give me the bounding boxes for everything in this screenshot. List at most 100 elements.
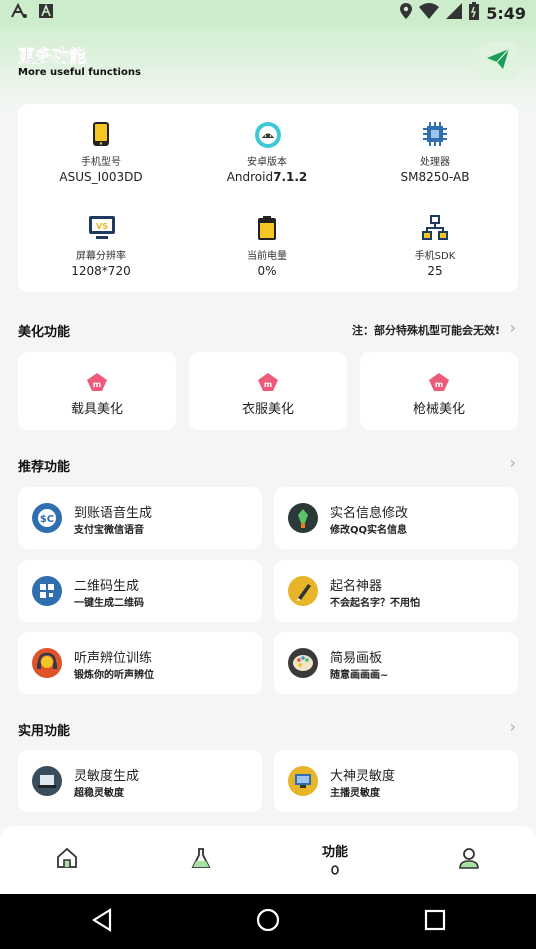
screen-icon: VS	[88, 215, 115, 241]
function-title: 起名神器	[330, 579, 383, 594]
pro-sensitivity-button[interactable]: 大神灵敏度 主播灵敏度	[274, 750, 518, 812]
nav-home[interactable]	[0, 826, 134, 894]
system-nav-bar	[0, 894, 536, 949]
phone-icon	[88, 121, 114, 147]
function-subtitle: 一键生成二维码	[74, 598, 144, 609]
sensitivity-generate-button[interactable]: 灵敏度生成 超稳灵敏度	[18, 750, 262, 812]
function-subtitle: 主播灵敏度	[330, 788, 380, 799]
info-value: 0%	[257, 264, 277, 278]
function-title: 听声辨位训练	[74, 651, 153, 666]
info-label: 处理器	[420, 157, 450, 168]
clothes-beautify-button[interactable]: m 衣服美化	[189, 352, 347, 430]
signal-icon	[446, 3, 463, 23]
info-label: 安卓版本	[247, 157, 287, 168]
nav-profile[interactable]	[402, 826, 536, 894]
chevron-right-icon[interactable]: ›	[510, 717, 516, 736]
flask-icon	[190, 847, 212, 873]
utility-section-title: 实用功能	[18, 724, 71, 739]
page-header: 更多功能 More useful functions	[0, 26, 536, 110]
beautify-label: 枪械美化	[412, 402, 465, 417]
vehicle-beautify-button[interactable]: m 载具美化	[18, 352, 176, 430]
active-dot-icon	[331, 860, 339, 879]
svg-text:m: m	[93, 380, 101, 389]
palette-icon	[288, 648, 318, 678]
function-title: 简易画板	[330, 651, 383, 666]
battery-level-item: 当前电量 0%	[184, 215, 350, 278]
back-button[interactable]	[62, 894, 142, 949]
send-button[interactable]	[478, 42, 518, 80]
info-label: 当前电量	[247, 251, 287, 262]
status-bar: 5:49	[0, 0, 536, 26]
sound-position-training-button[interactable]: 听声辨位训练 锻炼你的听声辨位	[18, 632, 262, 694]
screen-resolution-item: VS 屏幕分辨率 1208*720	[18, 215, 184, 278]
nav-functions[interactable]: 功能	[268, 826, 402, 894]
drawing-board-button[interactable]: 简易画板 随意画画画~	[274, 632, 518, 694]
nav-lab[interactable]	[134, 826, 268, 894]
realname-edit-button[interactable]: 实名信息修改 修改QQ实名信息	[274, 487, 518, 549]
info-value: SM8250-AB	[400, 170, 470, 184]
processor-item: 处理器 SM8250-AB	[352, 121, 518, 184]
voice-receipt-button[interactable]: $C 到账语音生成 支付宝微信语音	[18, 487, 262, 549]
function-title: 到账语音生成	[74, 506, 153, 521]
function-title: 实名信息修改	[330, 506, 409, 521]
monitor-icon	[288, 766, 318, 796]
cpu-icon	[422, 121, 448, 147]
function-subtitle: 修改QQ实名信息	[330, 525, 408, 536]
home-circle-icon	[256, 908, 280, 936]
home-button[interactable]	[228, 894, 308, 949]
svg-text:VS: VS	[96, 222, 108, 231]
qrcode-generate-button[interactable]: 二维码生成 一键生成二维码	[18, 560, 262, 622]
info-value: ASUS_I003DD	[59, 170, 143, 184]
info-value: 25	[427, 264, 443, 278]
nav-active-label: 功能	[321, 845, 348, 860]
paper-plane-icon	[487, 48, 510, 73]
wifi-icon	[419, 3, 440, 23]
money-voice-icon: $C	[32, 503, 62, 533]
device-info-card: 手机型号 ASUS_I003DD 安卓版本 Android7.1.2 处理器 S…	[18, 104, 518, 292]
recents-button[interactable]	[395, 894, 475, 949]
beautify-label: 衣服美化	[241, 402, 294, 417]
info-value: 1208*720	[71, 264, 131, 278]
bottom-nav: 功能	[0, 826, 536, 894]
beautify-section-title: 美化功能	[18, 325, 71, 340]
page-subtitle: More useful functions	[18, 67, 141, 78]
info-value: Android7.1.2	[184, 170, 350, 184]
skin-icon: m	[86, 372, 108, 392]
function-subtitle: 不会起名字？不用怕	[330, 598, 420, 609]
function-subtitle: 随意画画画~	[330, 670, 389, 681]
function-subtitle: 锻炼你的听声辨位	[74, 670, 154, 681]
page-title: 更多功能	[18, 47, 87, 68]
a-icon	[10, 2, 28, 23]
recents-square-icon	[424, 909, 446, 935]
qrcode-icon	[32, 576, 62, 606]
headphone-icon	[32, 648, 62, 678]
gun-beautify-button[interactable]: m 枪械美化	[360, 352, 518, 430]
function-title: 二维码生成	[74, 579, 140, 594]
svg-text:$C: $C	[40, 514, 54, 525]
name-pen-icon	[288, 576, 318, 606]
network-icon	[422, 215, 448, 241]
battery-icon	[469, 2, 480, 24]
beautify-note: 注：部分特殊机型可能会无效!	[351, 324, 500, 337]
location-icon	[400, 3, 413, 23]
beautify-label: 载具美化	[70, 402, 123, 417]
battery-level-icon	[254, 215, 280, 241]
sdk-item: 手机SDK 25	[352, 215, 518, 278]
laptop-icon	[32, 766, 62, 796]
chevron-right-icon[interactable]: ›	[510, 318, 516, 337]
function-subtitle: 支付宝微信语音	[74, 525, 144, 536]
function-title: 大神灵敏度	[330, 769, 396, 784]
chevron-right-icon[interactable]: ›	[510, 453, 516, 472]
clock: 5:49	[486, 3, 526, 23]
svg-text:m: m	[435, 380, 443, 389]
info-label: 屏幕分辨率	[76, 251, 126, 262]
function-title: 灵敏度生成	[74, 769, 140, 784]
home-icon	[56, 847, 78, 873]
skin-icon: m	[257, 372, 279, 392]
android-name: Android	[226, 170, 274, 184]
recommend-section-title: 推荐功能	[18, 460, 71, 475]
name-generator-button[interactable]: 起名神器 不会起名字？不用怕	[274, 560, 518, 622]
function-subtitle: 超稳灵敏度	[74, 788, 124, 799]
android-icon	[254, 121, 281, 148]
user-icon	[458, 847, 480, 873]
